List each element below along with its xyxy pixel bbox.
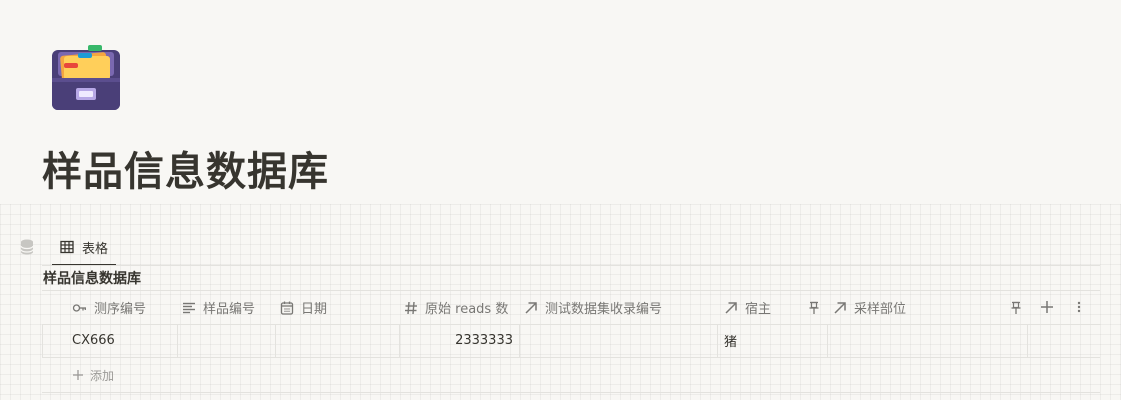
column-header-date[interactable]: 日期	[279, 291, 327, 324]
cell-host[interactable]: 猪	[724, 324, 822, 357]
calendar-icon	[279, 300, 295, 316]
column-divider	[519, 324, 520, 357]
pin-icon[interactable]	[808, 291, 820, 324]
column-label: 日期	[301, 302, 328, 317]
more-options-button[interactable]	[1072, 298, 1086, 316]
cell-sample-id[interactable]	[183, 324, 271, 357]
column-header-sequencing-id[interactable]: 测序编号	[72, 291, 146, 324]
column-label: 测序编号	[94, 302, 147, 317]
tab-label: 表格	[82, 241, 109, 257]
column-header-sample-id[interactable]: 样品编号	[181, 291, 255, 324]
column-label: 测试数据集收录编号	[545, 302, 663, 317]
divider	[42, 392, 1100, 393]
column-header-sampling-site[interactable]: 采样部位	[832, 291, 906, 324]
relation-arrow-icon	[523, 300, 539, 316]
cell-raw-reads[interactable]: 2333333	[405, 324, 513, 357]
cell-date[interactable]	[281, 324, 395, 357]
column-divider	[275, 324, 276, 357]
column-header-host[interactable]: 宿主	[723, 291, 771, 324]
table-row[interactable]: CX666 2333333 猪	[42, 324, 1100, 358]
column-divider	[827, 324, 828, 357]
hash-icon	[403, 300, 419, 316]
cell-sampling-site[interactable]	[833, 324, 1021, 357]
add-row-label: 添加	[90, 368, 115, 383]
relation-arrow-icon	[832, 300, 848, 316]
plus-icon	[1041, 301, 1053, 313]
pin-icon[interactable]	[1010, 291, 1022, 324]
column-label: 宿主	[745, 302, 772, 317]
key-icon	[72, 300, 88, 316]
add-property-button[interactable]	[1038, 298, 1056, 316]
database-title[interactable]: 样品信息数据库	[43, 268, 141, 290]
page-title[interactable]: 样品信息数据库	[42, 146, 329, 198]
table-header-row: 测序编号 样品编号 日期 原始 reads 数 测试数据集收录编号 宿主 采样部…	[42, 290, 1100, 325]
cell-sequencing-id[interactable]: CX666	[72, 324, 172, 357]
relation-arrow-icon	[723, 300, 739, 316]
column-label: 原始 reads 数	[425, 302, 509, 317]
add-row-button[interactable]: 添加	[72, 364, 114, 386]
table-icon	[60, 240, 74, 254]
plus-icon	[73, 370, 83, 380]
tab-table-view[interactable]: 表格	[52, 230, 117, 266]
column-label: 样品编号	[203, 302, 256, 317]
column-divider	[42, 324, 43, 357]
card-file-box-icon[interactable]	[50, 44, 122, 112]
database-icon	[18, 238, 36, 256]
column-divider	[1027, 324, 1028, 357]
column-divider	[717, 324, 718, 357]
column-header-test-dataset-id[interactable]: 测试数据集收录编号	[523, 291, 662, 324]
column-divider	[177, 324, 178, 357]
column-divider	[399, 324, 400, 357]
divider	[42, 265, 1100, 266]
text-lines-icon	[181, 300, 197, 316]
column-header-raw-reads[interactable]: 原始 reads 数	[403, 291, 508, 324]
column-label: 采样部位	[854, 302, 907, 317]
cell-test-dataset-id[interactable]	[525, 324, 711, 357]
more-vertical-icon	[1077, 301, 1081, 313]
